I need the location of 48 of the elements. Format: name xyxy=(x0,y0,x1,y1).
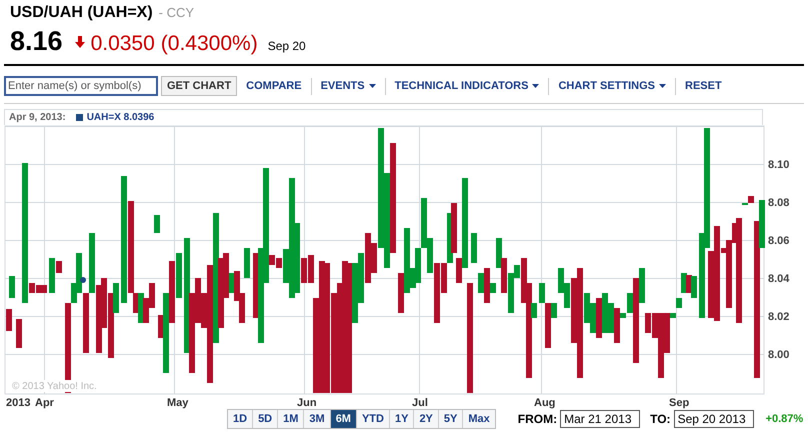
year-label: 2013 xyxy=(6,397,30,409)
range-tab[interactable]: 2Y xyxy=(413,410,438,428)
period-change: +0.87% xyxy=(766,413,804,425)
toolbar-link[interactable]: COMPARE xyxy=(237,78,311,94)
y-axis-label: 8.04 xyxy=(768,273,790,285)
range-tab[interactable]: 3M xyxy=(303,410,330,428)
toolbar-link[interactable]: RESET xyxy=(675,78,731,94)
range-tab[interactable]: 6M xyxy=(330,410,356,428)
from-date-field[interactable]: Mar 21 2013 xyxy=(560,410,640,428)
range-tab[interactable]: 1M xyxy=(277,410,304,428)
dropdown-menu[interactable]: TECHNICAL INDICATORS xyxy=(384,78,548,94)
series-square-icon xyxy=(76,114,83,121)
dropdown-menu[interactable]: CHART SETTINGS xyxy=(548,78,676,94)
get-chart-button[interactable]: GET CHART xyxy=(161,76,238,96)
range-tab[interactable]: 5D xyxy=(252,410,278,428)
legend-series: UAH=X 8.0396 xyxy=(76,112,154,123)
price: 8.16 xyxy=(10,26,63,57)
y-axis-label: 8.00 xyxy=(768,349,790,361)
to-date-field[interactable]: Sep 20 2013 xyxy=(674,410,754,428)
month-label: Aug xyxy=(534,397,556,409)
y-axis-label: 8.08 xyxy=(768,197,790,209)
range-tab[interactable]: 1Y xyxy=(388,410,414,428)
month-label: Sep xyxy=(669,397,690,409)
month-label: Jul xyxy=(412,397,428,409)
percent-change: (0.4300%) xyxy=(160,32,258,56)
month-label: Jun xyxy=(297,397,317,409)
exchange-label: - CCY xyxy=(158,5,194,20)
to-label: TO: xyxy=(650,412,671,426)
y-axis-label: 8.06 xyxy=(768,235,790,247)
quote-title: USD/UAH (UAH=X) xyxy=(10,4,153,22)
month-label: Apr xyxy=(35,397,54,409)
symbol-search-field[interactable]: Enter name(s) or symbol(s) xyxy=(4,76,158,96)
range-tab[interactable]: 1D xyxy=(228,410,252,428)
caret-icon xyxy=(368,84,376,88)
from-label: FROM: xyxy=(518,412,558,426)
copyright-text: © 2013 Yahoo! Inc. xyxy=(12,381,97,392)
caret-icon xyxy=(659,84,666,88)
quote-date: Sep 20 xyxy=(268,39,306,53)
month-label: May xyxy=(167,397,188,409)
price-change: 0.0350 xyxy=(90,32,155,56)
range-tab[interactable]: Max xyxy=(462,410,495,428)
legend-date: Apr 9, 2013: xyxy=(9,112,66,123)
caret-icon xyxy=(532,84,540,88)
range-tab[interactable]: YTD xyxy=(356,410,389,428)
dropdown-menu[interactable]: EVENTS xyxy=(310,78,385,94)
y-axis-label: 8.02 xyxy=(768,311,790,323)
y-axis-label: 8.10 xyxy=(768,159,790,171)
range-tab[interactable]: 5Y xyxy=(438,410,462,428)
